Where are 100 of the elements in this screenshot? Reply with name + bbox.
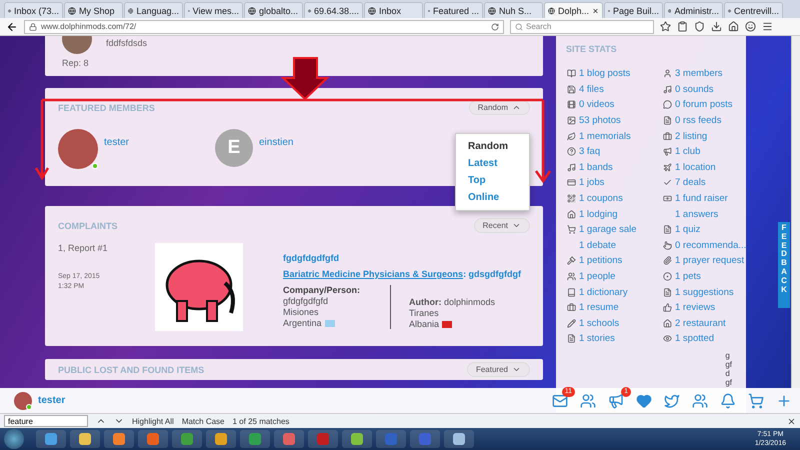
company-link[interactable]: : gdsgdfgfdgf (463, 269, 522, 279)
highlight-all-option[interactable]: Highlight All (132, 416, 174, 426)
stat-link[interactable]: 3 faq (566, 144, 658, 160)
shield-icon[interactable] (694, 21, 705, 32)
menu-icon[interactable] (762, 21, 773, 32)
stat-link[interactable]: 0 rss feeds (662, 112, 754, 128)
search-field[interactable]: Search (510, 20, 654, 34)
browser-tab[interactable]: Inbox (73... (4, 2, 63, 18)
menu-item[interactable]: Online (456, 189, 529, 206)
stat-link[interactable]: 1 stories (566, 331, 658, 347)
user-link[interactable]: tester (38, 395, 66, 406)
stat-link[interactable]: 7 deals (662, 175, 754, 191)
people-icon[interactable] (692, 392, 708, 408)
browser-tab[interactable]: Languag... (124, 2, 183, 18)
stat-link[interactable]: 1 resume (566, 300, 658, 316)
stat-link[interactable]: 1 petitions (566, 253, 658, 269)
taskbar-app[interactable] (70, 430, 100, 448)
browser-tab[interactable]: globalto... (244, 2, 303, 18)
stat-link[interactable]: 1 prayer request (662, 253, 754, 269)
avatar-photo[interactable] (14, 392, 32, 410)
scrollbar[interactable] (791, 36, 800, 388)
stat-link[interactable]: 1 quiz (662, 222, 754, 238)
taskbar-app[interactable] (206, 430, 236, 448)
browser-tab[interactable]: My Shop (64, 2, 123, 18)
stat-link[interactable]: 1 suggestions (662, 284, 754, 300)
clipboard-icon[interactable] (677, 21, 688, 32)
people-icon[interactable] (580, 392, 596, 408)
browser-tab[interactable]: View mes... (184, 2, 243, 18)
browser-tab[interactable]: Centrevill... (724, 2, 783, 18)
back-icon[interactable] (6, 20, 18, 32)
megaphone-icon[interactable] (608, 392, 624, 408)
plus-icon[interactable] (776, 392, 792, 408)
bell-icon[interactable] (720, 392, 736, 408)
browser-tab[interactable]: Nuh S... (484, 2, 543, 18)
stat-link[interactable]: 1 pets (662, 268, 754, 284)
taskbar-app[interactable] (138, 430, 168, 448)
stat-link[interactable]: 1 bands (566, 160, 658, 176)
address-field[interactable]: www.dolphinmods.com/72/ (24, 20, 504, 34)
stat-link[interactable]: 1 memorials (566, 128, 658, 144)
stat-link[interactable]: 1 lodging (566, 206, 658, 222)
category-link[interactable]: Bariatric Medicine Physicians & Surgeons (283, 269, 464, 279)
stat-link[interactable]: 1 blog posts (566, 66, 658, 82)
member-link[interactable]: tester (104, 137, 130, 169)
find-field[interactable]: feature (4, 415, 88, 427)
stat-link[interactable]: 1 spotted (662, 331, 754, 347)
menu-item[interactable]: Random (456, 138, 529, 155)
stat-link[interactable]: 1 fund raiser (662, 190, 754, 206)
bird-icon[interactable] (664, 392, 680, 408)
close-icon[interactable] (787, 416, 796, 426)
taskbar-app[interactable] (342, 430, 372, 448)
browser-tab[interactable]: 69.64.38.... (304, 2, 363, 18)
match-case-option[interactable]: Match Case (182, 416, 224, 426)
stat-link[interactable]: 1 schools (566, 316, 658, 332)
stat-link[interactable]: 1 answers (662, 206, 754, 222)
stat-link[interactable]: 2 restaurant (662, 316, 754, 332)
stat-link[interactable]: 1 coupons (566, 190, 658, 206)
sort-button[interactable]: Recent (474, 218, 530, 233)
smiley-icon[interactable] (745, 21, 756, 32)
stat-link[interactable]: 4 files (566, 82, 658, 98)
stat-link[interactable]: 0 videos (566, 97, 658, 113)
download-icon[interactable] (711, 21, 722, 32)
heart-icon[interactable] (636, 392, 652, 408)
taskbar-app[interactable] (36, 430, 66, 448)
browser-tab[interactable]: Inbox (364, 2, 423, 18)
feedback-tab[interactable]: FEEDBACK (778, 222, 790, 308)
taskbar-app[interactable] (240, 430, 270, 448)
stat-link[interactable]: 1 dictionary (566, 284, 658, 300)
cart-icon[interactable] (748, 392, 764, 408)
letter-avatar[interactable]: E (215, 129, 253, 167)
stat-link[interactable]: 1 jobs (566, 175, 658, 191)
stat-link[interactable]: 1 location (662, 160, 754, 176)
stat-link[interactable]: 53 photos (566, 112, 658, 128)
stat-link[interactable]: 3 members (662, 66, 754, 82)
stat-link[interactable]: 1 debate (566, 238, 658, 254)
member-link[interactable]: einstien (259, 137, 294, 169)
stat-link[interactable]: 0 recommenda... (662, 238, 754, 254)
mail-icon[interactable] (552, 392, 568, 408)
sort-button[interactable]: Featured (466, 362, 530, 377)
stat-link[interactable]: 1 club (662, 144, 754, 160)
browser-tab[interactable]: Dolph... (544, 2, 603, 18)
menu-item[interactable]: Latest (456, 155, 529, 172)
start-button[interactable] (4, 429, 24, 449)
taskbar-app[interactable] (274, 430, 304, 448)
close-icon[interactable] (592, 6, 599, 14)
stat-link[interactable]: 2 listing (662, 128, 754, 144)
menu-item[interactable]: Top (456, 172, 529, 189)
star-icon[interactable] (660, 21, 671, 32)
avatar-photo[interactable] (58, 129, 98, 169)
stat-link[interactable]: 0 forum posts (662, 97, 754, 113)
complaint-title-link[interactable]: fgdgfdgdfgfd (283, 253, 522, 263)
stat-link[interactable]: 1 reviews (662, 300, 754, 316)
browser-tab[interactable]: Page Buil... (604, 2, 663, 18)
stat-link[interactable]: 0 sounds (662, 82, 754, 98)
stat-link[interactable]: 1 garage sale (566, 222, 658, 238)
browser-tab[interactable]: Featured ... (424, 2, 483, 18)
browser-tab[interactable]: Administr... (664, 2, 723, 18)
taskbar-app[interactable] (172, 430, 202, 448)
stat-link[interactable]: 1 people (566, 268, 658, 284)
home-icon[interactable] (728, 21, 739, 32)
taskbar-app[interactable] (444, 430, 474, 448)
